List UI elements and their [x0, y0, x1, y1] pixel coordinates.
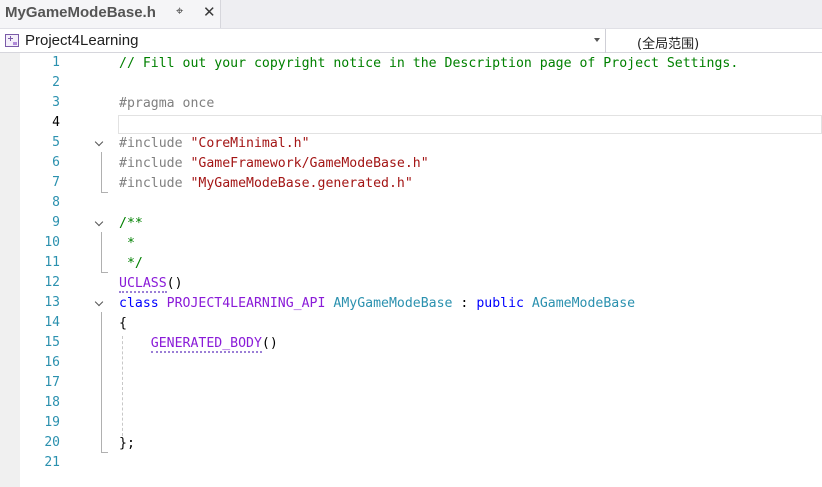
- line-number: 3: [52, 95, 60, 110]
- code-text[interactable]: class PROJECT4LEARNING_API AMyGameModeBa…: [119, 296, 635, 311]
- line-number: 6: [52, 155, 60, 170]
- code-text[interactable]: *: [119, 236, 135, 251]
- cpp-project-icon: [5, 34, 19, 47]
- code-text[interactable]: #pragma once: [119, 96, 214, 111]
- line-number: 5: [52, 135, 60, 150]
- code-editor[interactable]: 1 // Fill out your copyright notice in th…: [0, 53, 822, 487]
- line-number: 21: [44, 455, 60, 470]
- line-number: 13: [44, 295, 60, 310]
- code-line[interactable]: 8: [0, 193, 822, 213]
- code-text[interactable]: */: [119, 256, 143, 271]
- code-line[interactable]: 17: [0, 373, 822, 393]
- line-number: 1: [52, 55, 60, 70]
- code-token: class: [119, 296, 167, 311]
- code-line[interactable]: 21: [0, 453, 822, 473]
- code-text[interactable]: // Fill out your copyright notice in the…: [119, 56, 738, 71]
- tab-title[interactable]: MyGameModeBase.h: [5, 4, 156, 21]
- code-line[interactable]: 5 #include "CoreMinimal.h": [0, 133, 822, 153]
- line-number: 7: [52, 175, 60, 190]
- code-token: #pragma once: [119, 96, 215, 111]
- line-number: 12: [44, 275, 60, 290]
- code-line[interactable]: 16: [0, 353, 822, 373]
- line-number: 10: [44, 235, 60, 250]
- code-text[interactable]: UCLASS(): [119, 276, 183, 293]
- code-line[interactable]: 19: [0, 413, 822, 433]
- code-text[interactable]: #include "CoreMinimal.h": [119, 136, 310, 151]
- code-token: /**: [119, 216, 143, 231]
- line-number: 2: [52, 75, 60, 90]
- line-number: 9: [52, 215, 60, 230]
- pin-icon[interactable]: ⌖: [176, 4, 183, 19]
- code-token: *: [119, 236, 135, 251]
- line-number: 16: [44, 355, 60, 370]
- document-tab[interactable]: MyGameModeBase.h ⌖ ✕: [0, 0, 221, 28]
- code-token: (): [261, 336, 278, 351]
- code-token: #include: [119, 176, 191, 191]
- line-number: 14: [44, 315, 60, 330]
- code-line[interactable]: 4: [0, 113, 822, 133]
- code-token: #include: [119, 156, 191, 171]
- code-line[interactable]: 20};: [0, 433, 822, 453]
- code-line[interactable]: 9 /**: [0, 213, 822, 233]
- line-number: 4: [52, 115, 60, 130]
- code-token: PROJECT4LEARNING_API: [166, 296, 326, 311]
- line-number: 11: [44, 255, 60, 270]
- code-line[interactable]: 10 *: [0, 233, 822, 253]
- scope-dropdown-label: (全局范围): [637, 37, 700, 52]
- code-token: AMyGameModeBase: [333, 296, 453, 311]
- scope-dropdown[interactable]: (全局范围): [609, 29, 822, 53]
- code-text[interactable]: /**: [119, 216, 143, 231]
- code-line[interactable]: 6 #include "GameFramework/GameModeBase.h": [0, 153, 822, 173]
- navigation-bar: Project4Learning (全局范围): [0, 28, 822, 53]
- code-token: #include: [119, 136, 191, 151]
- code-token: (): [166, 276, 183, 291]
- code-token: "MyGameModeBase.generated.h": [190, 176, 413, 191]
- line-number: 19: [44, 415, 60, 430]
- code-line[interactable]: 15 GENERATED_BODY(): [0, 333, 822, 353]
- close-icon[interactable]: ✕: [203, 3, 216, 21]
- code-token: UCLASS: [119, 276, 167, 293]
- line-number: 8: [52, 195, 60, 210]
- code-token: */: [119, 256, 143, 271]
- code-text[interactable]: GENERATED_BODY(): [119, 336, 278, 353]
- code-token: // Fill out your copyright notice in the…: [119, 56, 739, 71]
- code-text[interactable]: #include "GameFramework/GameModeBase.h": [119, 156, 429, 171]
- code-text[interactable]: {: [119, 316, 127, 331]
- code-token: {: [119, 316, 127, 331]
- code-line[interactable]: 12 UCLASS(): [0, 273, 822, 293]
- code-text[interactable]: #include "MyGameModeBase.generated.h": [119, 176, 413, 191]
- code-token: };: [119, 436, 135, 451]
- code-token: :: [452, 296, 477, 311]
- line-number: 18: [44, 395, 60, 410]
- code-line[interactable]: 11 */: [0, 253, 822, 273]
- code-token: GENERATED_BODY: [150, 336, 262, 353]
- code-line[interactable]: 7 #include "MyGameModeBase.generated.h": [0, 173, 822, 193]
- code-line[interactable]: 14 {: [0, 313, 822, 333]
- code-text[interactable]: };: [119, 436, 135, 451]
- line-number: 20: [44, 435, 60, 450]
- document-tab-bar: MyGameModeBase.h ⌖ ✕: [0, 0, 822, 28]
- code-token: "CoreMinimal.h": [190, 136, 310, 151]
- code-line[interactable]: 1 // Fill out your copyright notice in th…: [0, 53, 822, 73]
- code-token: public: [476, 296, 524, 311]
- line-number: 15: [44, 335, 60, 350]
- chevron-down-icon[interactable]: [594, 38, 600, 42]
- code-line[interactable]: 13 class PROJECT4LEARNING_API AMyGameMode…: [0, 293, 822, 313]
- code-line[interactable]: 3 #pragma once: [0, 93, 822, 113]
- code-line[interactable]: 18: [0, 393, 822, 413]
- project-dropdown[interactable]: Project4Learning: [0, 29, 606, 53]
- line-number: 17: [44, 375, 60, 390]
- code-line[interactable]: 2: [0, 73, 822, 93]
- code-token: AGameModeBase: [531, 296, 636, 311]
- project-dropdown-label: Project4Learning: [25, 32, 139, 49]
- code-token: "GameFramework/GameModeBase.h": [190, 156, 429, 171]
